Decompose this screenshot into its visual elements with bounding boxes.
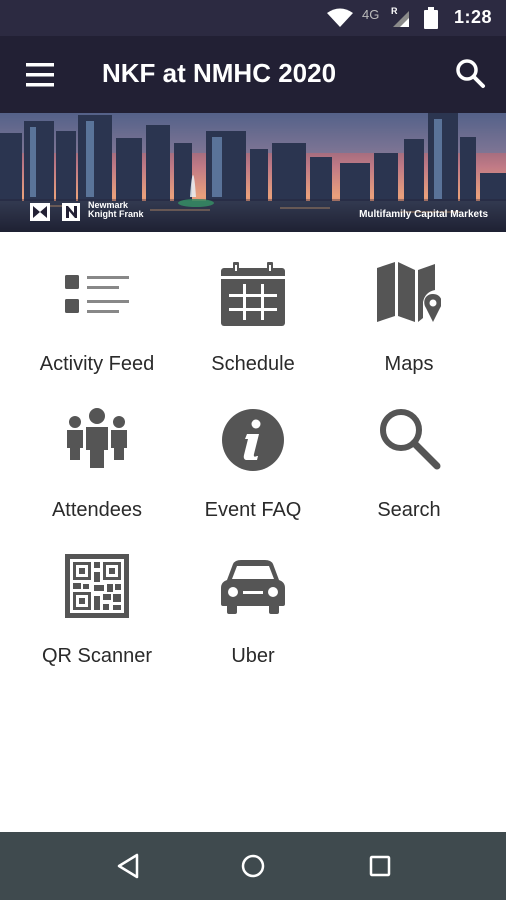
info-icon	[222, 409, 284, 471]
menu-grid: Activity Feed Schedule Maps Attendees Ev…	[0, 232, 506, 832]
menu-tile-activity-feed[interactable]: Activity Feed	[13, 232, 181, 378]
menu-label: Maps	[384, 353, 434, 375]
cellular-signal: 4G R	[362, 6, 412, 30]
status-bar: 4G R 1:28	[0, 0, 506, 36]
menu-label: QR Scanner	[41, 645, 153, 667]
menu-tile-event-faq[interactable]: Event FAQ	[169, 378, 337, 524]
app-title: NKF at NMHC 2020	[102, 58, 337, 88]
qr-code-icon	[65, 554, 129, 618]
map-icon	[377, 262, 441, 322]
menu-tile-qr-scanner[interactable]: QR Scanner	[13, 524, 181, 670]
brand-name: Newmark Knight Frank	[88, 200, 144, 219]
menu-label: Attendees	[51, 499, 143, 521]
menu-tile-attendees[interactable]: Attendees	[13, 378, 181, 524]
menu-label: Event FAQ	[204, 499, 302, 521]
search-icon	[380, 409, 441, 470]
app-bar: NKF at NMHC 2020	[0, 36, 506, 113]
car-icon	[221, 560, 285, 614]
menu-tile-uber[interactable]: Uber	[169, 524, 337, 670]
search-icon[interactable]	[450, 54, 490, 94]
event-banner: Newmark Knight Frank Multifamily Capital…	[0, 113, 506, 232]
menu-tile-schedule[interactable]: Schedule	[169, 232, 337, 378]
back-icon[interactable]	[110, 848, 146, 884]
menu-label: Uber	[231, 645, 275, 667]
hamburger-menu-icon[interactable]	[20, 58, 60, 92]
menu-label: Schedule	[211, 353, 295, 375]
signal-icon	[393, 11, 409, 27]
network-type-label: 4G	[362, 7, 380, 22]
clock: 1:28	[454, 7, 493, 27]
recents-icon[interactable]	[362, 848, 398, 884]
menu-label: Search	[377, 499, 441, 521]
home-icon[interactable]	[235, 848, 271, 884]
wifi-icon	[327, 8, 353, 27]
menu-label: Activity Feed	[39, 353, 155, 375]
system-navigation-bar	[0, 832, 506, 900]
people-icon	[67, 408, 127, 468]
banner-tagline: Multifamily Capital Markets	[359, 209, 488, 220]
activity-feed-icon	[65, 275, 129, 313]
calendar-icon	[221, 262, 285, 326]
menu-tile-maps[interactable]: Maps	[325, 232, 493, 378]
menu-tile-search[interactable]: Search	[325, 378, 493, 524]
battery-icon	[424, 7, 438, 29]
